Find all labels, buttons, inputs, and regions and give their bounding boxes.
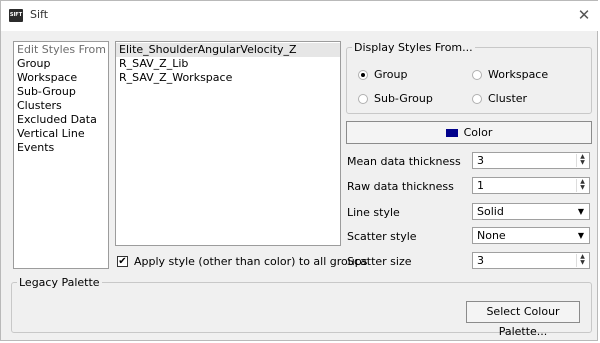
window-title: Sift [30,8,49,21]
radio-unselected-icon [472,69,482,80]
radio-selected-icon [358,69,368,80]
radio-cluster[interactable]: Cluster [472,92,527,105]
edit-styles-item-excluded-data[interactable]: Excluded Data [14,113,108,127]
radio-unselected-icon [472,93,482,104]
raw-thickness-stepper[interactable]: 1 ▲ ▼ [472,177,590,194]
edit-styles-header: Edit Styles From [17,43,106,56]
apply-to-all-label: Apply style (other than color) to all gr… [134,255,368,268]
stepper-arrows-icon[interactable]: ▲ ▼ [576,179,588,192]
color-button-label: Color [463,126,493,139]
radio-workspace[interactable]: Workspace [472,68,548,81]
display-styles-legend: Display Styles From... [354,41,473,54]
checkbox-check-icon: ✔ [117,256,128,267]
sift-window: SIFT Sift ✕ Edit Styles From Group Works… [0,0,599,341]
line-style-label: Line style [347,206,400,219]
radio-group-label: Group [374,68,408,81]
color-button[interactable]: Color [346,121,592,144]
color-swatch [445,129,458,137]
legacy-palette-legend: Legacy Palette [19,276,100,289]
line-style-select[interactable]: Solid ▼ [472,203,590,220]
edit-styles-item-events[interactable]: Events [14,141,108,155]
chevron-down-icon[interactable]: ▼ [574,205,588,218]
scatter-size-value: 3 [477,254,484,267]
scatter-style-select[interactable]: None ▼ [472,227,590,244]
mean-thickness-value: 3 [477,154,484,167]
select-colour-palette-label: Select Colour Palette... [486,305,560,338]
line-style-value: Solid [477,205,504,218]
edit-styles-list[interactable]: Edit Styles From Group Workspace Sub-Gro… [13,41,109,269]
stepper-arrows-icon[interactable]: ▲ ▼ [576,154,588,167]
radio-group[interactable]: Group [358,68,408,81]
edit-styles-item-clusters[interactable]: Clusters [14,99,108,113]
title-bar: SIFT Sift ✕ [1,1,599,31]
scatter-style-label: Scatter style [347,230,417,243]
raw-thickness-label: Raw data thickness [347,180,454,193]
mean-thickness-label: Mean data thickness [347,155,461,168]
edit-styles-item-vertical-line[interactable]: Vertical Line [14,127,108,141]
scatter-size-stepper[interactable]: 3 ▲ ▼ [472,252,590,269]
list-item[interactable]: R_SAV_Z_Workspace [116,71,340,85]
radio-workspace-label: Workspace [488,68,549,81]
radio-sub-group[interactable]: Sub-Group [358,92,433,105]
scatter-style-value: None [477,229,506,242]
list-item[interactable]: R_SAV_Z_Lib [116,57,340,71]
scatter-size-label: Scatter size [347,255,412,268]
stepper-arrows-icon[interactable]: ▲ ▼ [576,254,588,267]
sift-app-icon: SIFT [9,9,23,22]
apply-to-all-checkbox[interactable]: ✔ Apply style (other than color) to all … [117,255,367,268]
edit-styles-item-group[interactable]: Group [14,57,108,71]
radio-cluster-label: Cluster [488,92,528,105]
chevron-down-icon[interactable]: ▼ [574,229,588,242]
group-list[interactable]: Elite_ShoulderAngularVelocity_Z R_SAV_Z_… [115,41,341,246]
mean-thickness-stepper[interactable]: 3 ▲ ▼ [472,152,590,169]
raw-thickness-value: 1 [477,179,484,192]
edit-styles-item-sub-group[interactable]: Sub-Group [14,85,108,99]
radio-sub-group-label: Sub-Group [374,92,433,105]
select-colour-palette-button[interactable]: Select Colour Palette... [466,301,580,338]
edit-styles-item-workspace[interactable]: Workspace [14,71,108,85]
list-item[interactable]: Elite_ShoulderAngularVelocity_Z [116,43,340,57]
close-icon[interactable]: ✕ [573,4,595,26]
radio-unselected-icon [358,93,368,104]
